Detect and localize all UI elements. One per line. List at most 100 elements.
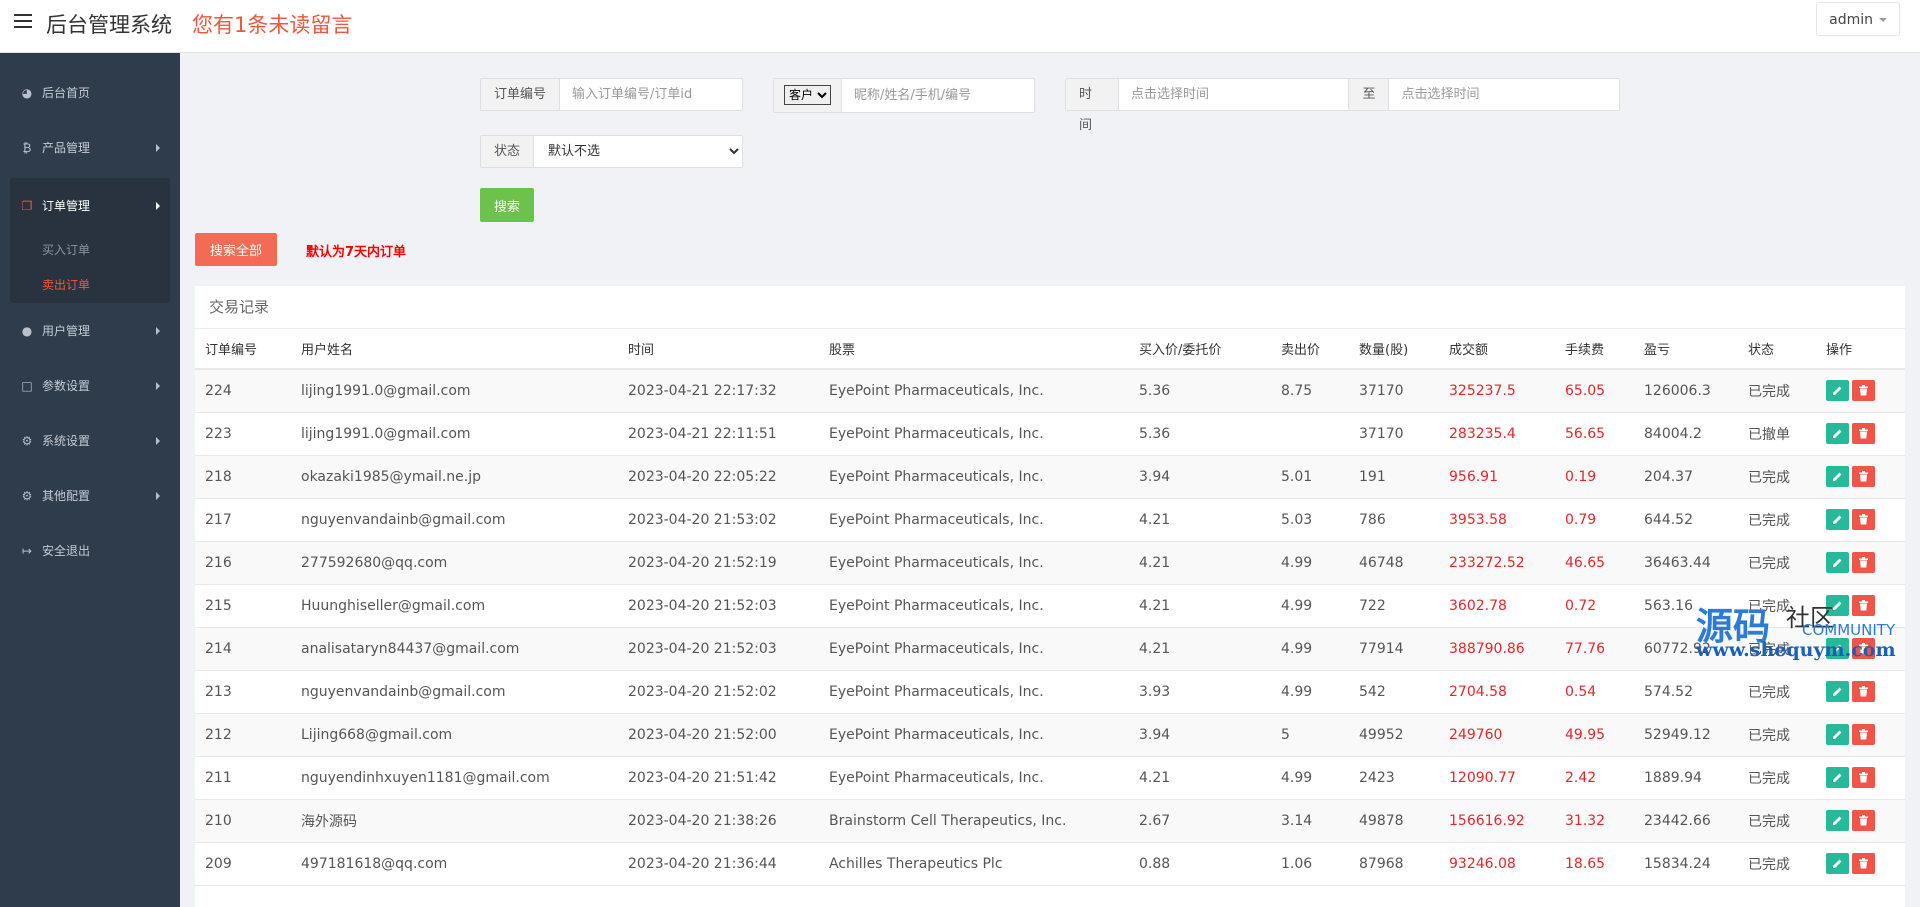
cell-sell-price: 5.01: [1271, 455, 1349, 499]
copy-icon: ❐: [21, 198, 33, 213]
cell-time: 2023-04-20 21:36:44: [618, 842, 819, 886]
edit-button[interactable]: [1826, 423, 1849, 444]
cell-stock: EyePoint Pharmaceuticals, Inc.: [819, 627, 1129, 671]
delete-button[interactable]: [1852, 466, 1875, 487]
user-menu[interactable]: admin: [1816, 2, 1900, 36]
delete-button[interactable]: [1852, 853, 1875, 874]
cell-stock: EyePoint Pharmaceuticals, Inc.: [819, 498, 1129, 542]
delete-button[interactable]: [1852, 423, 1875, 444]
cell-actions: [1816, 369, 1905, 413]
sidebar-item-other-config[interactable]: ⚙ 其他配置: [0, 468, 180, 523]
delete-button[interactable]: [1852, 810, 1875, 831]
sidebar-subitem-buy-orders[interactable]: 买入订单: [10, 233, 170, 268]
cell-actions: [1816, 584, 1905, 628]
trash-icon: [1859, 557, 1868, 568]
column-header: 用户姓名: [291, 329, 618, 370]
cell-quantity: 2423: [1349, 756, 1439, 800]
cell-order-id: 224: [195, 369, 291, 413]
table-row: 211 nguyendinhxuyen1181@gmail.com 2023-04-…: [195, 756, 1905, 800]
edit-button[interactable]: [1826, 509, 1849, 530]
edit-button[interactable]: [1826, 724, 1849, 745]
user-icon: ●: [21, 323, 33, 338]
cell-stock: EyePoint Pharmaceuticals, Inc.: [819, 584, 1129, 628]
delete-button[interactable]: [1852, 638, 1875, 659]
cell-stock: EyePoint Pharmaceuticals, Inc.: [819, 713, 1129, 757]
cell-time: 2023-04-20 21:52:02: [618, 670, 819, 714]
delete-button[interactable]: [1852, 509, 1875, 530]
menu-toggle-icon[interactable]: [14, 14, 32, 30]
edit-button[interactable]: [1826, 638, 1849, 659]
cell-order-id: 211: [195, 756, 291, 800]
customer-search-input[interactable]: [842, 79, 1002, 112]
pencil-icon: [1833, 601, 1842, 610]
edit-button[interactable]: [1826, 595, 1849, 616]
delete-button[interactable]: [1852, 681, 1875, 702]
user-name: admin: [1829, 12, 1873, 28]
app-title: 后台管理系统: [46, 13, 172, 37]
table-row: 214 analisataryn84437@gmail.com 2023-04-20…: [195, 627, 1905, 671]
order-number-input[interactable]: [560, 79, 741, 110]
edit-button[interactable]: [1826, 810, 1849, 831]
end-time-input[interactable]: [1389, 79, 1619, 110]
edit-button[interactable]: [1826, 681, 1849, 702]
search-button[interactable]: 搜索: [480, 188, 534, 222]
cell-actions: [1816, 412, 1905, 456]
sidebar-item-logout[interactable]: ↦ 安全退出: [0, 523, 180, 578]
cell-quantity: 77914: [1349, 627, 1439, 671]
start-time-input[interactable]: [1118, 79, 1349, 110]
cell-time: 2023-04-20 21:52:00: [618, 713, 819, 757]
delete-button[interactable]: [1852, 724, 1875, 745]
delete-button[interactable]: [1852, 552, 1875, 573]
unread-message-notice[interactable]: 您有1条未读留言: [192, 9, 352, 39]
customer-type-select[interactable]: 客户: [784, 85, 831, 105]
column-header: 股票: [819, 329, 1129, 370]
cell-profit: 23442.66: [1634, 799, 1738, 843]
cell-order-id: 216: [195, 541, 291, 585]
cell-fee: 2.42: [1555, 756, 1634, 800]
cell-quantity: 49952: [1349, 713, 1439, 757]
table-row: 213 nguyenvandainb@gmail.com 2023-04-20 21…: [195, 670, 1905, 714]
sidebar-item-system-settings[interactable]: ⚙ 系统设置: [0, 413, 180, 468]
edit-button[interactable]: [1826, 853, 1849, 874]
sidebar-item-label: 产品管理: [42, 141, 91, 155]
cell-status: 已完成: [1738, 799, 1816, 843]
edit-button[interactable]: [1826, 380, 1849, 402]
cell-profit: 36463.44: [1634, 541, 1738, 585]
cell-actions: [1816, 670, 1905, 714]
table-header-row: 订单编号 用户姓名 时间 股票 买入价/委托价 卖出价 数量(股) 成交额 手续…: [195, 329, 1905, 370]
trash-icon: [1859, 471, 1868, 482]
cell-quantity: 722: [1349, 584, 1439, 628]
cell-time: 2023-04-20 21:52:03: [618, 627, 819, 671]
pencil-icon: [1833, 859, 1842, 868]
cell-profit: 60772.92: [1634, 627, 1738, 671]
sidebar-item-products[interactable]: ₿ 产品管理: [0, 120, 180, 175]
cell-sell-price: 5.03: [1271, 498, 1349, 542]
sidebar-item-users[interactable]: ● 用户管理: [0, 303, 180, 358]
sidebar-item-dashboard[interactable]: ◕ 后台首页: [0, 65, 180, 120]
cell-fee: 0.72: [1555, 584, 1634, 628]
sidebar-group-orders: ❐ 订单管理 买入订单 卖出订单: [10, 178, 170, 303]
pencil-icon: [1833, 816, 1842, 825]
delete-button[interactable]: [1852, 595, 1875, 616]
time-label: 时间: [1066, 79, 1119, 133]
edit-button[interactable]: [1826, 552, 1849, 573]
edit-button[interactable]: [1826, 466, 1849, 487]
trash-icon: [1859, 729, 1868, 740]
search-all-button[interactable]: 搜索全部: [195, 233, 277, 266]
cell-user-name: 497181618@qq.com: [291, 842, 618, 886]
column-header: 卖出价: [1271, 329, 1349, 370]
pencil-icon: [1833, 515, 1842, 524]
sidebar-item-orders[interactable]: ❐ 订单管理: [10, 178, 170, 233]
sidebar-subitem-sell-orders[interactable]: 卖出订单: [10, 268, 170, 303]
edit-button[interactable]: [1826, 767, 1849, 788]
status-select[interactable]: 默认不选: [534, 136, 742, 167]
column-header: 操作: [1816, 329, 1905, 370]
cell-sell-price: 4.99: [1271, 584, 1349, 628]
sidebar-item-parameters[interactable]: □ 参数设置: [0, 358, 180, 413]
cell-fee: 0.79: [1555, 498, 1634, 542]
trash-icon: [1859, 815, 1868, 826]
delete-button[interactable]: [1852, 767, 1875, 788]
cell-order-id: 210: [195, 799, 291, 843]
delete-button[interactable]: [1852, 380, 1875, 402]
trash-icon: [1859, 858, 1868, 869]
